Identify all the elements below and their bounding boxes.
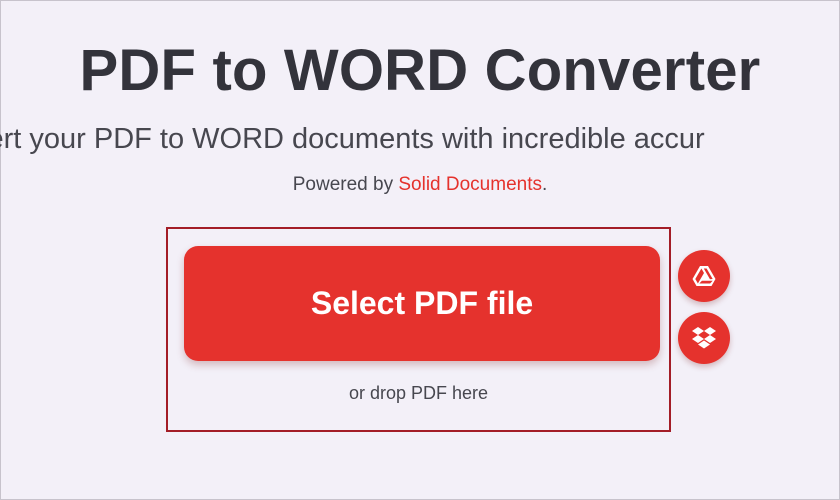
- dropbox-button[interactable]: [678, 312, 730, 364]
- google-drive-button[interactable]: [678, 250, 730, 302]
- powered-by-prefix: Powered by: [292, 174, 399, 195]
- page-subtitle: vert your PDF to WORD documents with inc…: [0, 123, 705, 155]
- drop-pdf-hint: or drop PDF here: [348, 383, 489, 403]
- dropbox-icon: [692, 327, 716, 349]
- select-pdf-file-button[interactable]: Select PDF file: [184, 246, 660, 361]
- solid-documents-link[interactable]: Solid Documents: [398, 174, 542, 195]
- google-drive-icon: [692, 266, 716, 286]
- page-title: PDF to WORD Converter: [79, 38, 761, 103]
- powered-by-suffix: .: [541, 174, 548, 195]
- powered-by-line: Powered by Solid Documents.: [1, 174, 839, 196]
- converter-page: PDF to WORD Converter vert your PDF to W…: [0, 0, 840, 500]
